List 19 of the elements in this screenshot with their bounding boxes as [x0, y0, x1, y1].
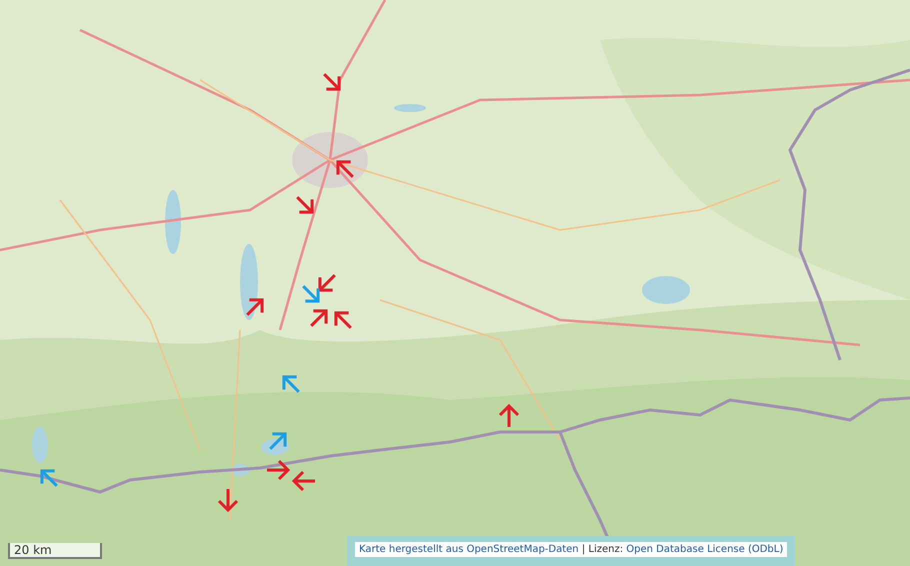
arrow-marker[interactable]	[302, 285, 320, 303]
scale-bar: 20 km	[8, 543, 102, 559]
arrow-marker[interactable]	[267, 460, 290, 480]
source-link[interactable]: Karte hergestellt aus OpenStreetMap-Daten	[359, 544, 579, 555]
arrow-marker[interactable]	[498, 404, 520, 427]
arrow-marker[interactable]	[218, 489, 238, 512]
arrow-marker[interactable]	[269, 432, 287, 450]
arrow-marker[interactable]	[310, 309, 328, 327]
arrow-marker[interactable]	[282, 375, 300, 393]
arrow-marker[interactable]	[323, 73, 341, 91]
arrow-marker[interactable]	[334, 311, 352, 329]
arrow-marker[interactable]	[292, 470, 315, 492]
arrow-marker[interactable]	[318, 274, 336, 292]
license-label: | Lizenz:	[582, 544, 624, 555]
arrow-marker[interactable]	[296, 196, 314, 214]
license-link[interactable]: Open Database License (ODbL)	[626, 544, 784, 555]
arrow-marker[interactable]	[336, 160, 354, 178]
arrow-marker[interactable]	[246, 298, 264, 316]
arrow-marker[interactable]	[40, 469, 58, 487]
